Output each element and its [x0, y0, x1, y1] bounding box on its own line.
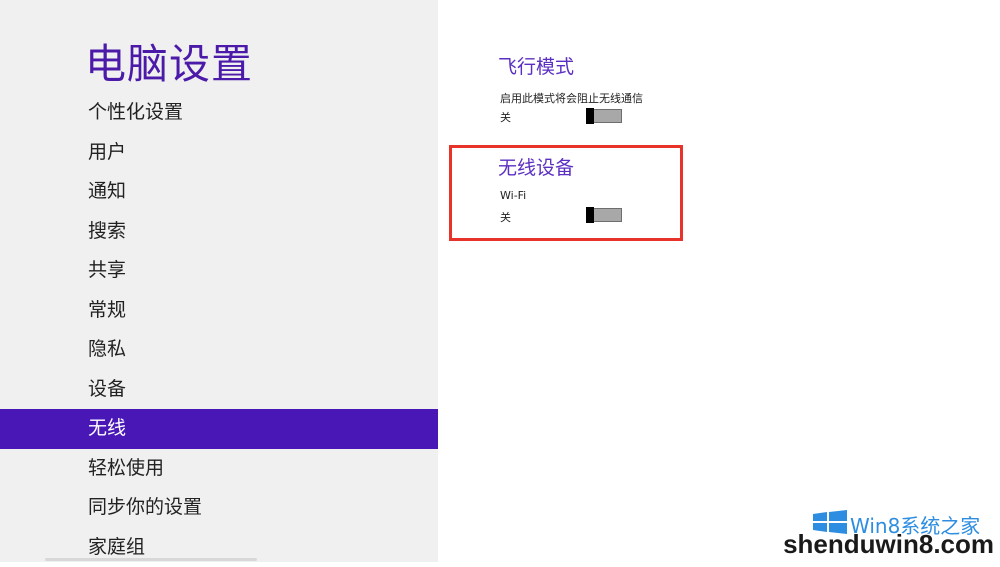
airplane-mode-description: 启用此模式将会阻止无线通信	[500, 90, 643, 106]
airplane-mode-toggle[interactable]	[586, 109, 622, 123]
sidebar-nav: 个性化设置 用户 通知 搜索 共享 常规 隐私 设备 无线 轻松使用 同步你的设…	[0, 93, 438, 567]
watermark-url: shenduwin8.com	[783, 529, 994, 560]
sidebar-item-wireless[interactable]: 无线	[0, 409, 438, 449]
sidebar-item-devices[interactable]: 设备	[0, 370, 438, 410]
sidebar-scrollbar[interactable]	[45, 558, 257, 561]
content-pane: 飞行模式 启用此模式将会阻止无线通信 关 无线设备 Wi-Fi 关	[438, 0, 1000, 562]
sidebar-item-personalize[interactable]: 个性化设置	[0, 93, 438, 133]
airplane-mode-title: 飞行模式	[498, 52, 574, 79]
sidebar-item-privacy[interactable]: 隐私	[0, 330, 438, 370]
sidebar: 电脑设置 个性化设置 用户 通知 搜索 共享 常规 隐私 设备 无线 轻松使用 …	[0, 0, 438, 562]
highlight-box	[449, 145, 683, 241]
sidebar-item-users[interactable]: 用户	[0, 133, 438, 173]
airplane-mode-state: 关	[500, 109, 511, 125]
sidebar-item-general[interactable]: 常规	[0, 291, 438, 331]
sidebar-item-share[interactable]: 共享	[0, 251, 438, 291]
sidebar-item-sync-settings[interactable]: 同步你的设置	[0, 488, 438, 528]
sidebar-item-search[interactable]: 搜索	[0, 212, 438, 252]
watermark: Win8系统之家 shenduwin8.com	[794, 502, 994, 562]
sidebar-item-ease-of-access[interactable]: 轻松使用	[0, 449, 438, 489]
sidebar-item-homegroup[interactable]: 家庭组	[0, 528, 438, 567]
toggle-thumb[interactable]	[586, 108, 594, 124]
sidebar-item-notifications[interactable]: 通知	[0, 172, 438, 212]
page-title: 电脑设置	[85, 30, 253, 90]
